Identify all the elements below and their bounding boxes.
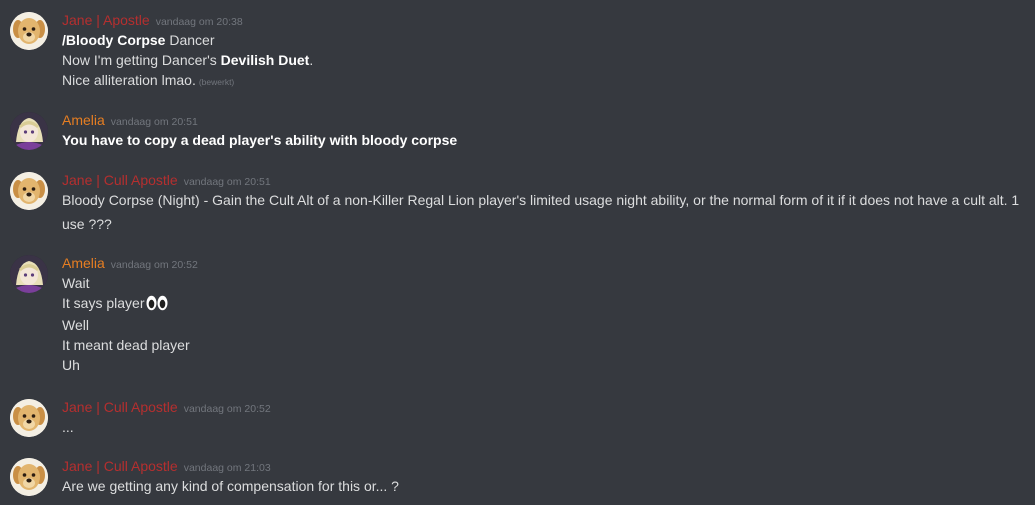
message-header: Jane | Apostle vandaag om 20:38: [62, 10, 1031, 30]
message-text: You have to copy a dead player's ability…: [62, 132, 458, 148]
message-text: Uh: [62, 357, 80, 373]
user-avatar[interactable]: [10, 12, 48, 50]
message-text: Well: [62, 317, 89, 333]
message-content: Jane | Cull Apostle vandaag om 20:51 Bloo…: [62, 170, 1031, 236]
message-text: It meant dead player: [62, 337, 190, 353]
user-avatar[interactable]: [10, 172, 48, 210]
message-text: /Bloody Corpse Dancer: [62, 30, 1031, 50]
message-header: Amelia vandaag om 20:51: [62, 110, 1031, 130]
message-text-part: Dancer: [165, 32, 215, 48]
message-text: Nice alliteration lmao. (bewerkt): [62, 70, 1031, 92]
message-content: Jane | Apostle vandaag om 20:38 /Bloody C…: [62, 10, 1031, 92]
message-content: Amelia vandaag om 20:51 You have to copy …: [62, 110, 1031, 150]
message-text: Are we getting any kind of compensation …: [62, 478, 399, 494]
dog-avatar-icon: [10, 172, 48, 210]
timestamp: vandaag om 20:52: [110, 259, 198, 271]
message-text: Bloody Corpse (Night) - Gain the Cult Al…: [62, 192, 1020, 232]
message-content: Jane | Cull Apostle vandaag om 21:03 Are …: [62, 456, 1031, 496]
username[interactable]: Jane | Apostle: [62, 12, 150, 28]
message-text: It says player: [62, 293, 1031, 315]
message-text-part: It says player: [62, 295, 145, 311]
user-avatar[interactable]: [10, 458, 48, 496]
message-header: Amelia vandaag om 20:52: [62, 253, 1031, 273]
message-content: Jane | Cull Apostle vandaag om 20:52 ...: [62, 397, 1031, 437]
message-header: Jane | Cull Apostle vandaag om 21:03: [62, 456, 1031, 476]
username[interactable]: Jane | Cull Apostle: [62, 172, 178, 188]
timestamp: vandaag om 20:52: [183, 403, 271, 415]
message-text: ...: [62, 419, 74, 435]
bold-text: Devilish Duet: [220, 52, 310, 68]
message-content: Amelia vandaag om 20:52 Wait It says play…: [62, 253, 1031, 375]
timestamp: vandaag om 20:38: [155, 16, 243, 28]
timestamp: vandaag om 20:51: [183, 176, 271, 188]
message-text-part: Nice alliteration lmao.: [62, 72, 196, 88]
message-text: Now I'm getting Dancer's Devilish Duet.: [62, 50, 1031, 70]
user-avatar[interactable]: [10, 399, 48, 437]
message-text-part: Now I'm getting Dancer's: [62, 52, 221, 68]
command-text: /Bloody Corpse: [62, 32, 166, 48]
edited-label: (bewerkt): [198, 77, 235, 87]
timestamp: vandaag om 20:51: [110, 116, 198, 128]
message-text-part: .: [309, 52, 314, 68]
user-avatar[interactable]: [10, 112, 48, 150]
anime-avatar-icon: [10, 255, 48, 293]
username[interactable]: Amelia: [62, 112, 105, 128]
dog-avatar-icon: [10, 12, 48, 50]
anime-avatar-icon: [10, 112, 48, 150]
dog-avatar-icon: [10, 399, 48, 437]
dog-avatar-icon: [10, 458, 48, 496]
message-header: Jane | Cull Apostle vandaag om 20:52: [62, 397, 1031, 417]
timestamp: vandaag om 21:03: [183, 462, 271, 474]
message-header: Jane | Cull Apostle vandaag om 20:51: [62, 170, 1031, 190]
user-avatar[interactable]: [10, 255, 48, 293]
eyes-emoji-icon: [146, 295, 168, 316]
username[interactable]: Jane | Cull Apostle: [62, 399, 178, 415]
username[interactable]: Jane | Cull Apostle: [62, 458, 178, 474]
message-text: Wait: [62, 275, 90, 291]
username[interactable]: Amelia: [62, 255, 105, 271]
